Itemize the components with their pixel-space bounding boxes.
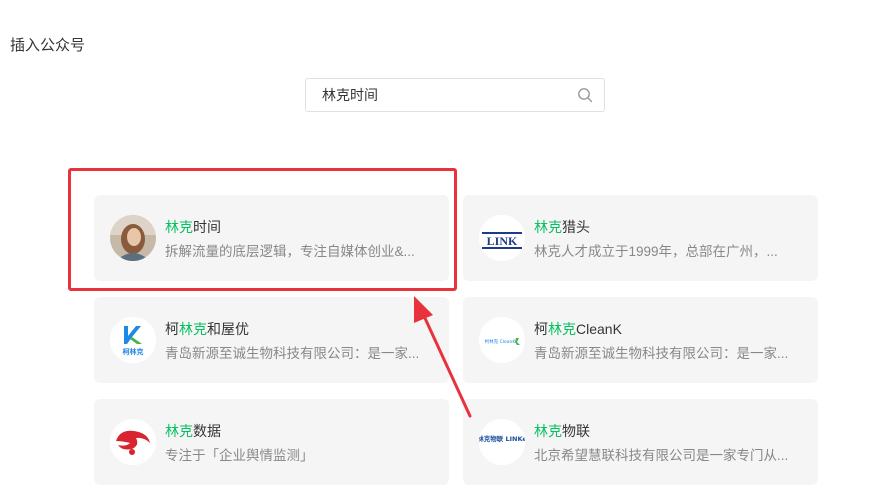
person-photo-icon [110,215,156,261]
account-card[interactable]: 柯林克 CleanK 柯林克CleanK 青岛新源至诚生物科技有限公司：是一家.… [463,297,818,383]
account-name: 林克猎头 [534,219,590,235]
search-input[interactable] [306,79,566,111]
avatar: LINK [479,215,525,261]
red-swirl-logo-icon [110,419,156,465]
avatar: 柯林克 [110,317,156,363]
account-description: 青岛新源至诚生物科技有限公司：是一家... [534,346,789,361]
link-logo-icon: LINK [479,215,525,261]
account-name: 柯林克和屋优 [165,321,249,337]
account-card[interactable]: 林克物联 LINKe 林克物联 北京希望慧联科技有限公司是一家专门从... [463,399,818,485]
svg-text:林克物联 LINKe: 林克物联 LINKe [479,434,525,443]
svg-text:柯林克 CleanK: 柯林克 CleanK [485,338,517,345]
account-description: 专注于「企业舆情监测」 [165,448,314,463]
kelinke-logo-icon: 柯林克 [110,317,156,363]
avatar: 林克物联 LINKe [479,419,525,465]
svg-text:柯林克: 柯林克 [123,347,144,356]
account-description: 林克人才成立于1999年，总部在广州，... [534,244,778,259]
svg-text:LINK: LINK [487,234,518,248]
account-name: 林克物联 [534,423,590,439]
account-card[interactable]: 柯林克 柯林克和屋优 青岛新源至诚生物科技有限公司：是一家... [94,297,449,383]
account-description: 拆解流量的底层逻辑，专注自媒体创业&... [165,244,415,259]
account-card[interactable]: LINK 林克猎头 林克人才成立于1999年，总部在广州，... [463,195,818,281]
search-icon[interactable] [577,87,593,103]
account-name: 柯林克CleanK [534,321,622,337]
account-description: 北京希望慧联科技有限公司是一家专门从... [534,448,789,463]
account-description: 青岛新源至诚生物科技有限公司：是一家... [165,346,420,361]
account-name: 林克时间 [165,219,221,235]
page-title: 插入公众号 [10,37,86,54]
account-name: 林克数据 [165,423,221,439]
account-card[interactable]: 林克时间 拆解流量的底层逻辑，专注自媒体创业&... [94,195,449,281]
linke-iot-logo-icon: 林克物联 LINKe [479,419,525,465]
search-box[interactable] [305,78,605,112]
avatar [110,419,156,465]
cleank-logo-icon: 柯林克 CleanK [479,317,525,363]
avatar: 柯林克 CleanK [479,317,525,363]
avatar [110,215,156,261]
account-card[interactable]: 林克数据 专注于「企业舆情监测」 [94,399,449,485]
